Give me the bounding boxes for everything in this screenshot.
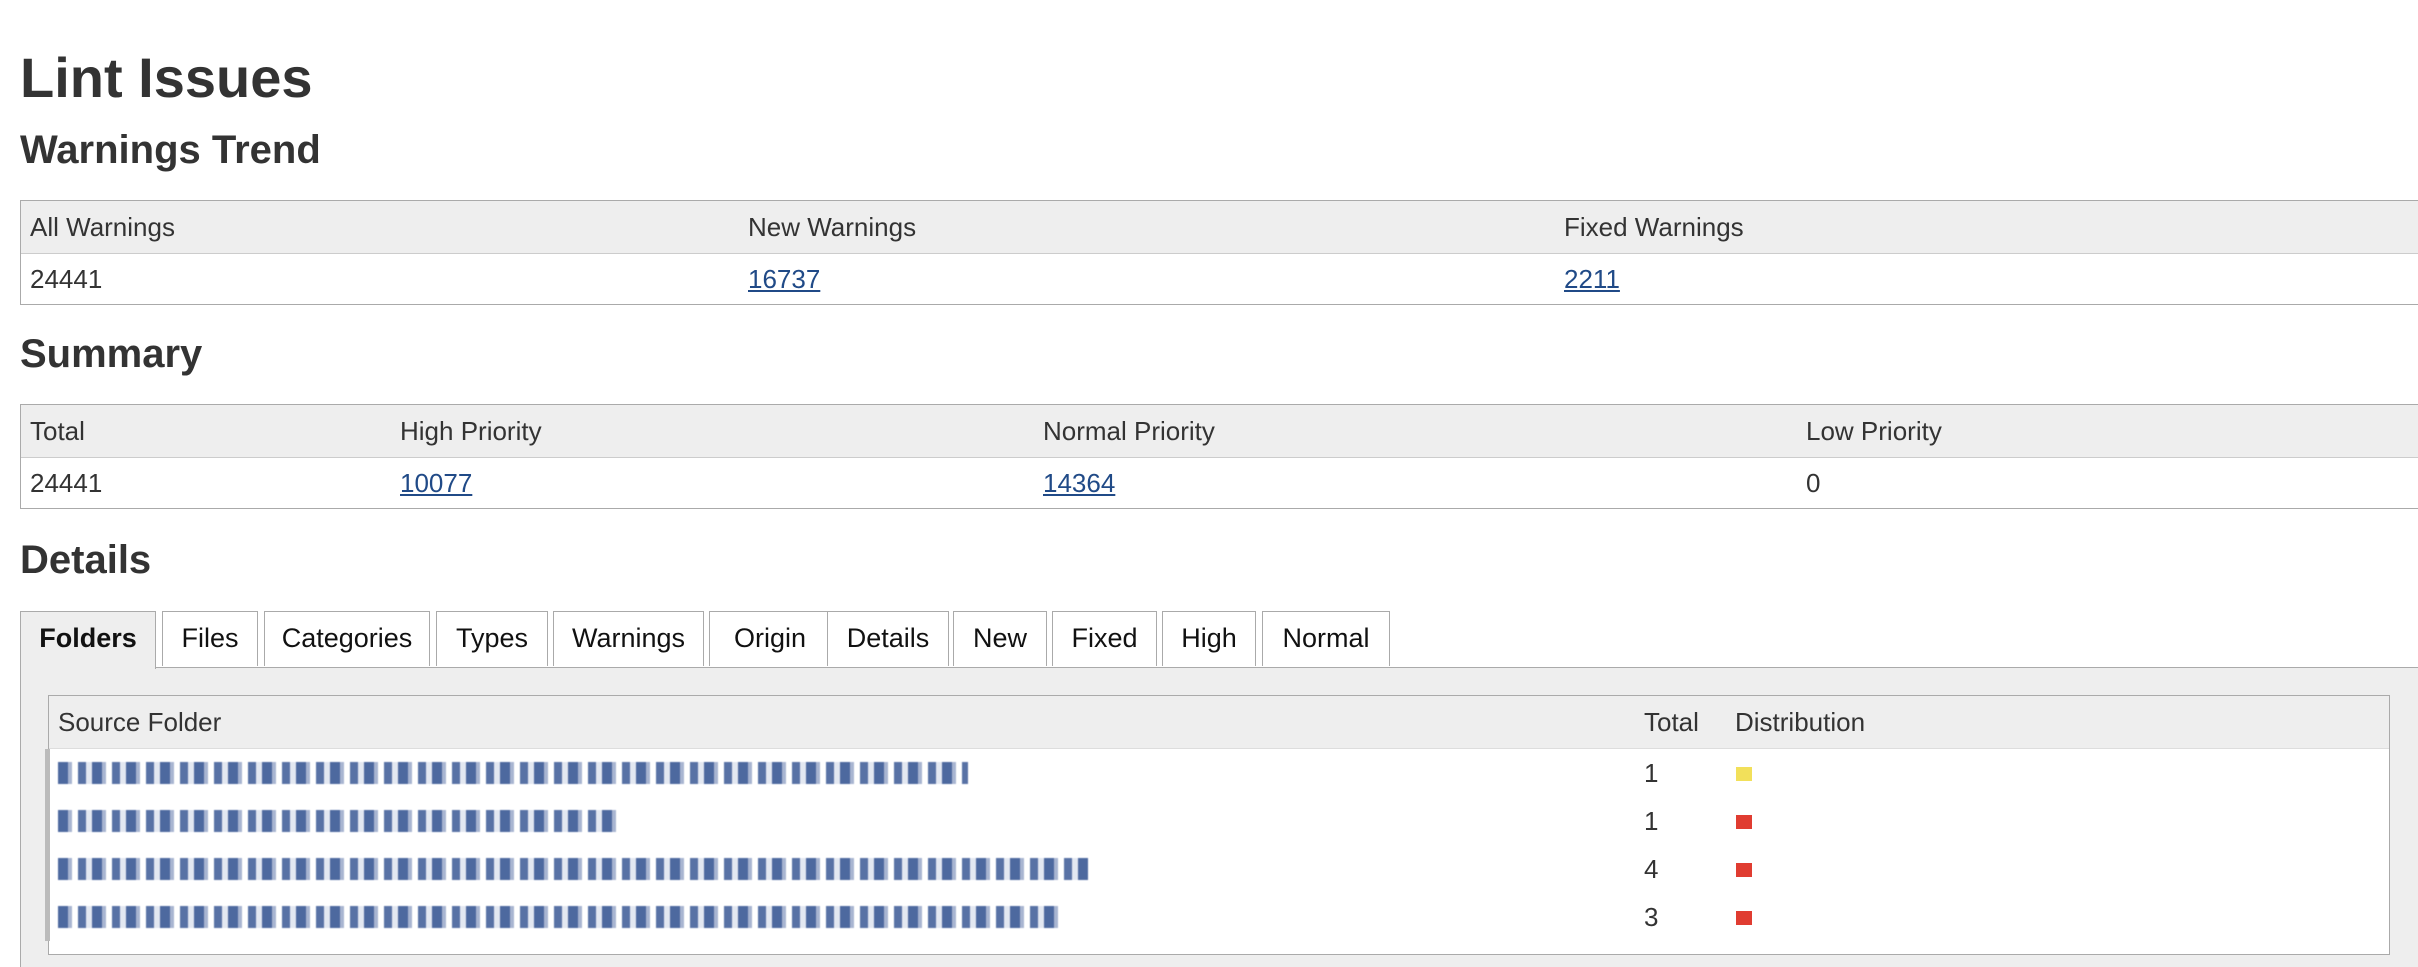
tab-folders[interactable]: Folders: [20, 611, 156, 669]
normal-priority-link[interactable]: 14364: [1043, 458, 1115, 508]
source-folder-link[interactable]: [58, 858, 1088, 880]
table-row: 1: [45, 749, 2389, 797]
tab-high[interactable]: High: [1162, 611, 1256, 666]
high-priority-link[interactable]: 10077: [400, 458, 472, 508]
row-total: 3: [1644, 902, 1659, 932]
tab-warnings[interactable]: Warnings: [553, 611, 704, 666]
details-heading: Details: [20, 538, 152, 582]
col-total: Total: [1644, 707, 1699, 737]
tab-categories[interactable]: Categories: [264, 611, 430, 666]
warnings-trend-header-row: All Warnings New Warnings Fixed Warnings: [21, 201, 2418, 253]
fixed-warnings-link[interactable]: 2211: [1564, 254, 1620, 304]
row-total: 4: [1644, 854, 1659, 884]
col-total: Total: [30, 416, 85, 446]
total-value: 24441: [30, 468, 103, 498]
warnings-trend-table: All Warnings New Warnings Fixed Warnings…: [20, 200, 2418, 305]
summary-header-row: Total High Priority Normal Priority Low …: [21, 405, 2418, 457]
col-all-warnings: All Warnings: [30, 212, 175, 242]
all-warnings-value: 24441: [30, 264, 103, 294]
table-row: 4: [45, 845, 2389, 893]
new-warnings-link[interactable]: 16737: [748, 254, 820, 304]
tab-fixed[interactable]: Fixed: [1052, 611, 1157, 666]
row-marker: [45, 797, 50, 845]
tab-details[interactable]: Details: [827, 611, 949, 666]
tab-types[interactable]: Types: [436, 611, 548, 666]
summary-table: Total High Priority Normal Priority Low …: [20, 404, 2418, 509]
col-normal-priority: Normal Priority: [1043, 416, 1215, 446]
distribution-bar: [1736, 911, 1752, 925]
distribution-bar: [1736, 767, 1752, 781]
table-row: 3: [45, 893, 2389, 941]
source-folder-link[interactable]: [58, 906, 1058, 928]
col-new-warnings: New Warnings: [748, 212, 917, 242]
warnings-trend-heading: Warnings Trend: [20, 128, 321, 172]
tab-files[interactable]: Files: [162, 611, 258, 666]
table-row: 1: [45, 797, 2389, 845]
col-distribution: Distribution: [1735, 707, 1866, 737]
low-priority-value: 0: [1806, 468, 1821, 498]
summary-heading: Summary: [20, 332, 203, 376]
row-total: 1: [1644, 758, 1659, 788]
tab-origin[interactable]: Origin: [709, 611, 831, 666]
warnings-trend-value-row: 24441 16737 2211: [21, 253, 2418, 304]
tab-new[interactable]: New: [953, 611, 1047, 666]
col-source-folder: Source Folder: [58, 707, 222, 737]
source-folder-link[interactable]: [58, 762, 968, 784]
distribution-bar: [1736, 863, 1752, 877]
col-low-priority: Low Priority: [1806, 416, 1942, 446]
col-fixed-warnings: Fixed Warnings: [1564, 212, 1744, 242]
summary-value-row: 24441 10077 14364 0: [21, 457, 2418, 508]
row-marker: [45, 893, 50, 941]
folders-header-row: Source Folder Total Distribution: [49, 696, 2389, 749]
tab-normal[interactable]: Normal: [1262, 611, 1390, 666]
page-title: Lint Issues: [20, 46, 313, 109]
folders-table: Source Folder Total Distribution 1 1 4 3: [45, 695, 2390, 955]
row-total: 1: [1644, 806, 1659, 836]
row-marker: [45, 845, 50, 893]
source-folder-link[interactable]: [58, 810, 618, 832]
col-high-priority: High Priority: [400, 416, 542, 446]
row-marker: [45, 749, 50, 797]
details-tabs: Folders Files Categories Types Warnings …: [20, 611, 2418, 669]
distribution-bar: [1736, 815, 1752, 829]
